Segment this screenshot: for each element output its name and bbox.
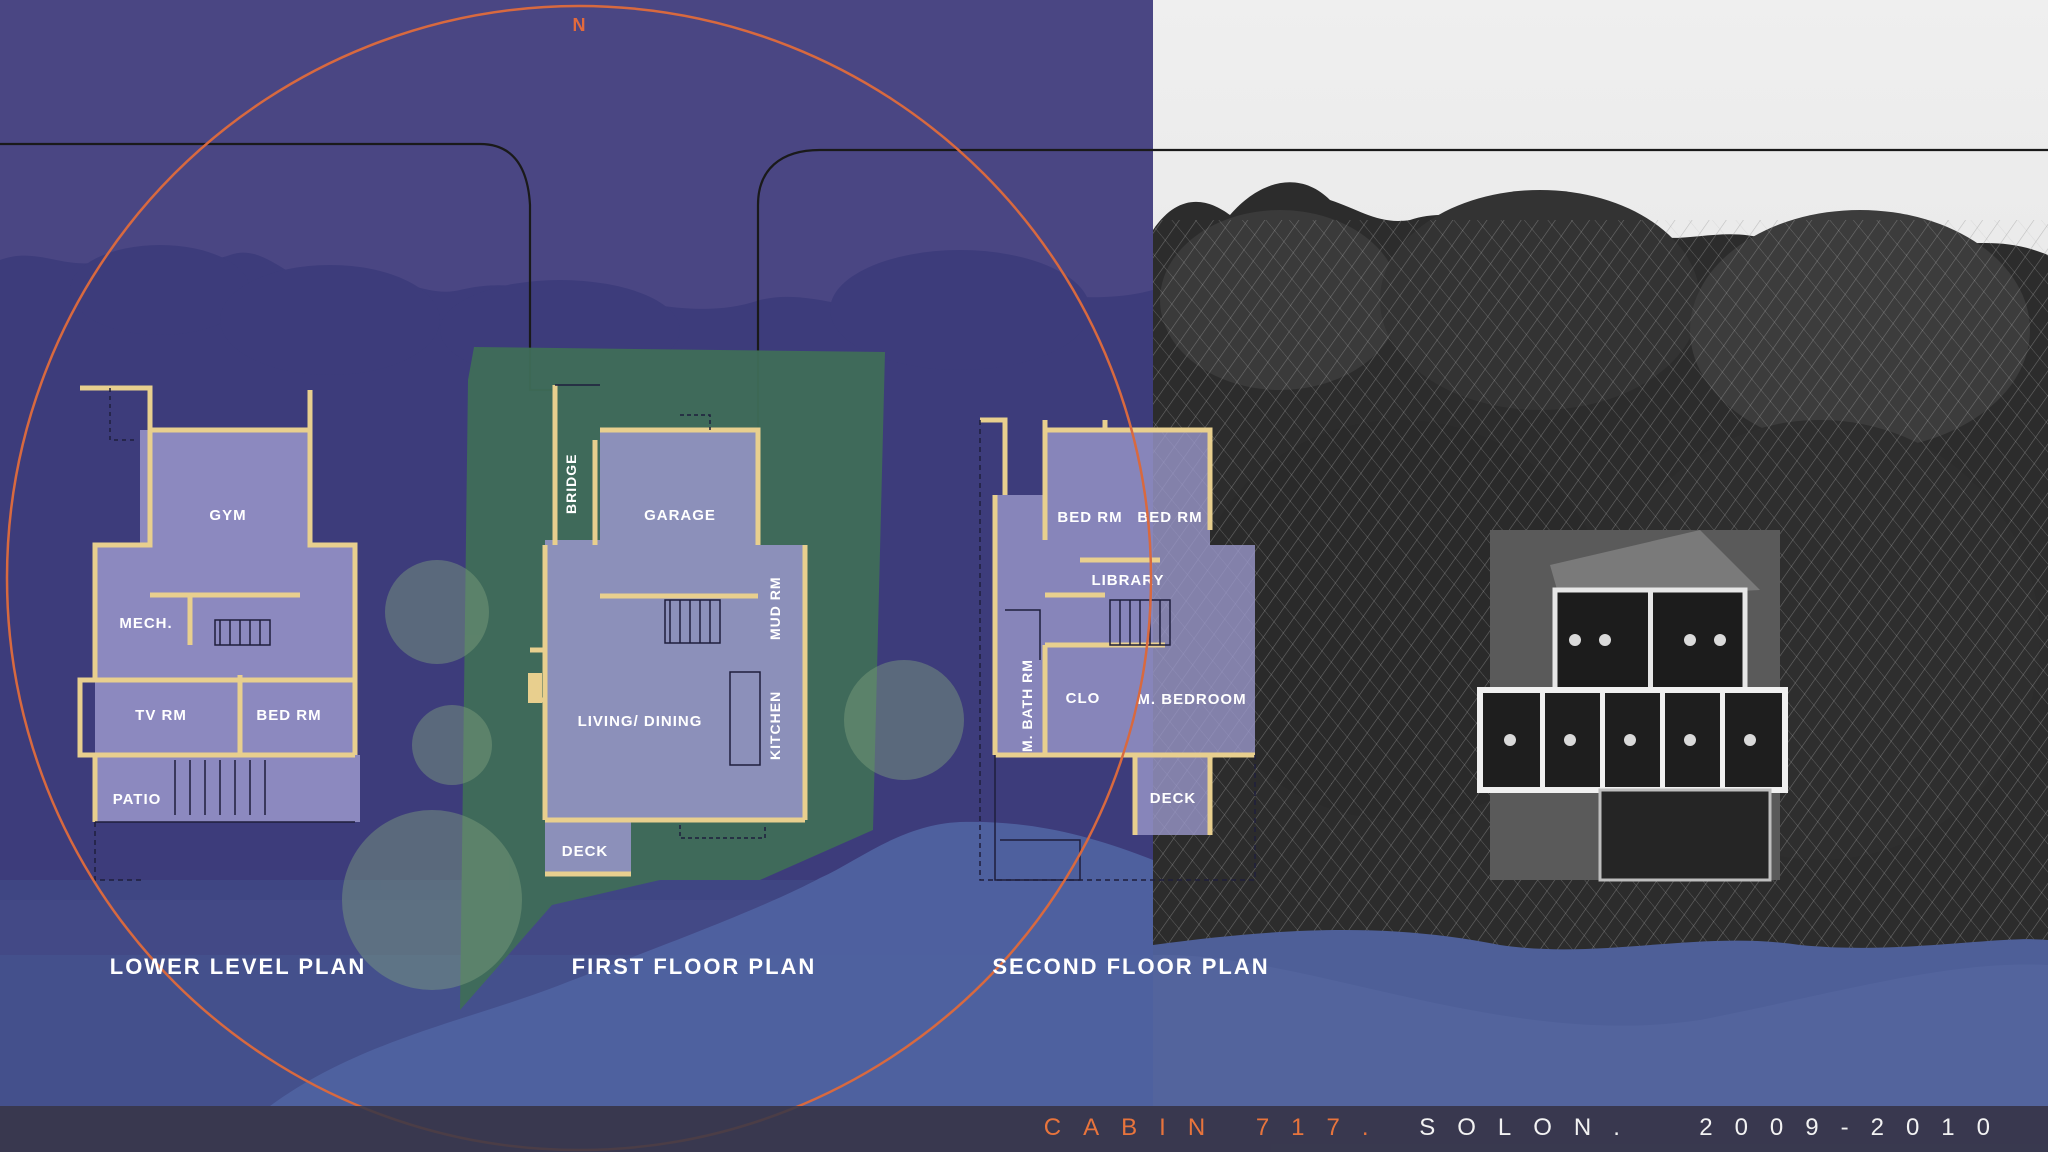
project-location-years: SOLON. 2009-2010 [1390,1114,2012,1141]
room-label-library: LIBRARY [1091,572,1164,589]
site-plan-sheet: GYM MECH. TV RM BED RM PATIO GARAGE BRID… [0,0,2048,1152]
room-label-mech: MECH. [119,615,172,632]
project-name: CABIN 717. [1043,1114,1391,1141]
room-label-bridge: BRIDGE [563,454,579,514]
room-label-kitchen: KITCHEN [767,691,783,760]
room-label-garage: GARAGE [644,507,716,524]
room-label-patio: PATIO [113,791,162,808]
plan-title-first: FIRST FLOOR PLAN [572,954,817,979]
room-label-gym: GYM [209,507,246,524]
room-label-closet: CLO [1066,690,1101,707]
north-indicator: N [573,15,586,35]
room-label-mud: MUD RM [767,576,783,640]
plan-title-lower: LOWER LEVEL PLAN [110,954,367,979]
room-label-second-deck: DECK [1150,790,1197,807]
room-label-master-bedroom: M. BEDROOM [1137,691,1246,708]
room-label-tv: TV RM [135,707,187,724]
house-rendering-panel [1153,0,2048,1106]
house-facade [1477,530,1788,882]
room-label-first-deck: DECK [562,843,609,860]
room-label-living: LIVING/ DINING [578,713,703,730]
plan-title-second: SECOND FLOOR PLAN [992,954,1269,979]
footer-bar: CABIN 717. SOLON. 2009-2010 [0,1106,2048,1152]
room-label-bed-rm-1: BED RM [1057,509,1122,526]
room-label-master-bath: M. BATH RM [1019,659,1035,752]
project-caption: CABIN 717. SOLON. 2009-2010 [1044,1114,2012,1142]
room-label-lower-bed: BED RM [256,707,321,724]
